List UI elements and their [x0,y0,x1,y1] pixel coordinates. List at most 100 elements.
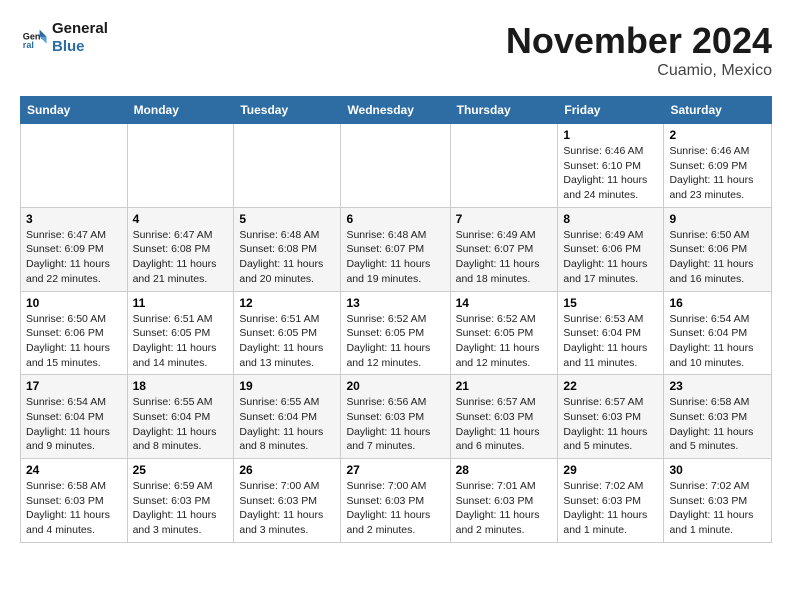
day-number: 9 [669,212,766,226]
calendar-cell: 20 Sunrise: 6:56 AMSunset: 6:03 PMDayligh… [341,375,450,459]
calendar-subtitle: Cuamio, Mexico [506,62,772,80]
header-tuesday: Tuesday [234,97,341,124]
day-number: 5 [239,212,335,226]
day-number: 20 [346,379,444,393]
day-info: Sunrise: 6:52 AMSunset: 6:05 PMDaylight:… [456,312,553,371]
calendar-cell: 22 Sunrise: 6:57 AMSunset: 6:03 PMDayligh… [558,375,664,459]
day-info: Sunrise: 6:56 AMSunset: 6:03 PMDaylight:… [346,395,444,454]
day-info: Sunrise: 6:55 AMSunset: 6:04 PMDaylight:… [239,395,335,454]
calendar-cell: 6 Sunrise: 6:48 AMSunset: 6:07 PMDaylight… [341,207,450,291]
day-info: Sunrise: 6:48 AMSunset: 6:08 PMDaylight:… [239,228,335,287]
calendar-week-2: 3 Sunrise: 6:47 AMSunset: 6:09 PMDaylight… [21,207,772,291]
header-thursday: Thursday [450,97,558,124]
day-number: 16 [669,296,766,310]
day-info: Sunrise: 6:50 AMSunset: 6:06 PMDaylight:… [26,312,122,371]
calendar-week-5: 24 Sunrise: 6:58 AMSunset: 6:03 PMDayligh… [21,459,772,543]
day-number: 30 [669,463,766,477]
day-number: 18 [133,379,229,393]
day-info: Sunrise: 6:58 AMSunset: 6:03 PMDaylight:… [669,395,766,454]
day-info: Sunrise: 6:51 AMSunset: 6:05 PMDaylight:… [239,312,335,371]
day-number: 12 [239,296,335,310]
day-info: Sunrise: 6:54 AMSunset: 6:04 PMDaylight:… [26,395,122,454]
day-number: 17 [26,379,122,393]
day-info: Sunrise: 6:47 AMSunset: 6:09 PMDaylight:… [26,228,122,287]
day-info: Sunrise: 6:47 AMSunset: 6:08 PMDaylight:… [133,228,229,287]
svg-text:ral: ral [23,40,34,50]
calendar-title: November 2024 [506,20,772,62]
calendar-week-3: 10 Sunrise: 6:50 AMSunset: 6:06 PMDayligh… [21,291,772,375]
day-number: 19 [239,379,335,393]
logo: Gene ral General Blue [20,20,108,56]
day-info: Sunrise: 6:48 AMSunset: 6:07 PMDaylight:… [346,228,444,287]
day-info: Sunrise: 6:57 AMSunset: 6:03 PMDaylight:… [563,395,658,454]
day-info: Sunrise: 6:57 AMSunset: 6:03 PMDaylight:… [456,395,553,454]
day-number: 22 [563,379,658,393]
day-number: 29 [563,463,658,477]
calendar-cell: 10 Sunrise: 6:50 AMSunset: 6:06 PMDayligh… [21,291,128,375]
calendar-cell: 7Sunrise: 6:49 AMSunset: 6:07 PMDaylight… [450,207,558,291]
day-number: 4 [133,212,229,226]
calendar-cell: 29 Sunrise: 7:02 AMSunset: 6:03 PMDayligh… [558,459,664,543]
calendar-cell: 11 Sunrise: 6:51 AMSunset: 6:05 PMDayligh… [127,291,234,375]
calendar-cell: 26Sunrise: 7:00 AMSunset: 6:03 PMDayligh… [234,459,341,543]
day-number: 1 [563,128,658,142]
calendar-cell: 12 Sunrise: 6:51 AMSunset: 6:05 PMDayligh… [234,291,341,375]
calendar-cell: 21 Sunrise: 6:57 AMSunset: 6:03 PMDayligh… [450,375,558,459]
day-info: Sunrise: 7:00 AMSunset: 6:03 PMDaylight:… [346,479,444,538]
header-friday: Friday [558,97,664,124]
day-number: 24 [26,463,122,477]
calendar-cell: 19 Sunrise: 6:55 AMSunset: 6:04 PMDayligh… [234,375,341,459]
calendar-week-1: 1 Sunrise: 6:46 AMSunset: 6:10 PMDaylight… [21,124,772,208]
day-number: 10 [26,296,122,310]
logo-icon: Gene ral [20,24,48,52]
day-number: 25 [133,463,229,477]
calendar-week-4: 17 Sunrise: 6:54 AMSunset: 6:04 PMDayligh… [21,375,772,459]
page-header: Gene ral General Blue November 2024 Cuam… [20,20,772,80]
day-info: Sunrise: 6:58 AMSunset: 6:03 PMDaylight:… [26,479,122,538]
calendar-cell [341,124,450,208]
calendar-cell: 2 Sunrise: 6:46 AMSunset: 6:09 PMDaylight… [664,124,772,208]
day-info: Sunrise: 6:46 AMSunset: 6:09 PMDaylight:… [669,144,766,203]
calendar-cell: 28Sunrise: 7:01 AMSunset: 6:03 PMDayligh… [450,459,558,543]
calendar-table: SundayMondayTuesdayWednesdayThursdayFrid… [20,96,772,543]
calendar-cell: 25Sunrise: 6:59 AMSunset: 6:03 PMDayligh… [127,459,234,543]
day-info: Sunrise: 6:53 AMSunset: 6:04 PMDaylight:… [563,312,658,371]
header-sunday: Sunday [21,97,128,124]
day-info: Sunrise: 7:02 AMSunset: 6:03 PMDaylight:… [563,479,658,538]
header-wednesday: Wednesday [341,97,450,124]
day-number: 13 [346,296,444,310]
calendar-cell [234,124,341,208]
calendar-cell: 9 Sunrise: 6:50 AMSunset: 6:06 PMDaylight… [664,207,772,291]
day-number: 11 [133,296,229,310]
day-number: 15 [563,296,658,310]
title-block: November 2024 Cuamio, Mexico [506,20,772,80]
calendar-cell: 17 Sunrise: 6:54 AMSunset: 6:04 PMDayligh… [21,375,128,459]
calendar-cell: 14 Sunrise: 6:52 AMSunset: 6:05 PMDayligh… [450,291,558,375]
day-number: 21 [456,379,553,393]
calendar-cell: 1 Sunrise: 6:46 AMSunset: 6:10 PMDaylight… [558,124,664,208]
calendar-cell: 4 Sunrise: 6:47 AMSunset: 6:08 PMDaylight… [127,207,234,291]
day-info: Sunrise: 6:55 AMSunset: 6:04 PMDaylight:… [133,395,229,454]
calendar-cell [450,124,558,208]
logo-line1: General [52,20,108,38]
calendar-cell: 30Sunrise: 7:02 AMSunset: 6:03 PMDayligh… [664,459,772,543]
day-info: Sunrise: 6:46 AMSunset: 6:10 PMDaylight:… [563,144,658,203]
calendar-cell: 3 Sunrise: 6:47 AMSunset: 6:09 PMDaylight… [21,207,128,291]
calendar-cell: 23Sunrise: 6:58 AMSunset: 6:03 PMDayligh… [664,375,772,459]
calendar-cell [21,124,128,208]
day-number: 27 [346,463,444,477]
calendar-cell [127,124,234,208]
day-info: Sunrise: 6:52 AMSunset: 6:05 PMDaylight:… [346,312,444,371]
day-number: 3 [26,212,122,226]
day-info: Sunrise: 6:51 AMSunset: 6:05 PMDaylight:… [133,312,229,371]
day-number: 14 [456,296,553,310]
day-number: 8 [563,212,658,226]
calendar-cell: 16Sunrise: 6:54 AMSunset: 6:04 PMDayligh… [664,291,772,375]
calendar-cell: 27 Sunrise: 7:00 AMSunset: 6:03 PMDayligh… [341,459,450,543]
calendar-cell: 18 Sunrise: 6:55 AMSunset: 6:04 PMDayligh… [127,375,234,459]
day-number: 7 [456,212,553,226]
day-info: Sunrise: 7:00 AMSunset: 6:03 PMDaylight:… [239,479,335,538]
day-number: 6 [346,212,444,226]
day-info: Sunrise: 6:50 AMSunset: 6:06 PMDaylight:… [669,228,766,287]
day-number: 2 [669,128,766,142]
